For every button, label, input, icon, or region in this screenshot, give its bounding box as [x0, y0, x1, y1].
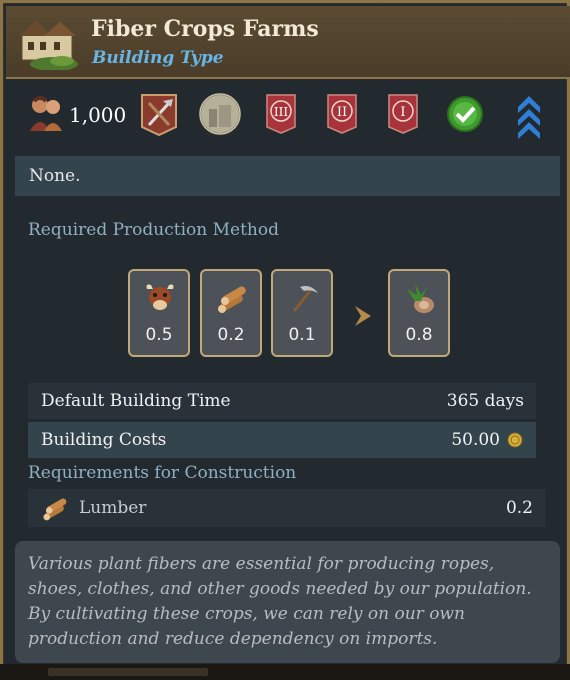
input-card-cattle[interactable]: 0.5 [128, 269, 190, 357]
lumber-icon [218, 286, 246, 313]
requirement-row-lumber: Lumber 0.2 [28, 489, 545, 527]
building-costs-label: Building Costs [41, 430, 167, 450]
modifiers-none-text: None. [15, 156, 560, 196]
obscured-text-block [48, 668, 208, 676]
building-time-value: 365 days [446, 391, 524, 411]
production-method-label: Required Production Method [28, 220, 279, 240]
input-value-lumber: 0.2 [217, 325, 245, 345]
output-card-fiber[interactable]: 0.8 [388, 269, 450, 357]
input-card-tools[interactable]: 0.1 [271, 269, 333, 357]
upgrade-chevrons-icon [518, 96, 540, 139]
fiber-crop-icon [407, 283, 434, 313]
lumber-icon [43, 498, 67, 521]
tooltip-header: Fiber Crops Farms Building Type [6, 6, 570, 79]
production-arrow-icon [355, 306, 371, 326]
output-value-fiber: 0.8 [405, 325, 433, 345]
stone-building-icon [199, 93, 241, 135]
cattle-icon [146, 284, 174, 310]
building-icon [20, 20, 78, 70]
bottom-strip [0, 664, 570, 680]
tier-2-label: II [337, 105, 347, 120]
tier-3-label: III [274, 105, 288, 119]
tier-3-banner-icon: III [266, 94, 296, 134]
requirements-label: Requirements for Construction [28, 463, 297, 483]
tier-1-banner-icon: I [388, 94, 418, 134]
input-value-cattle: 0.5 [145, 325, 173, 345]
coin-icon [507, 432, 523, 448]
input-card-lumber[interactable]: 0.2 [200, 269, 262, 357]
population-value: 1,000 [69, 103, 127, 127]
workers-icon [30, 96, 62, 131]
requirement-value-lumber: 0.2 [505, 498, 533, 518]
stats-icon-row: 1,000 III II I [6, 79, 570, 151]
building-type-link[interactable]: Building Type [92, 48, 224, 68]
tools-icon [141, 94, 177, 137]
building-time-row: Default Building Time 365 days [28, 383, 536, 419]
tier-2-banner-icon: II [327, 94, 357, 134]
building-costs-value: 50.00 [451, 430, 500, 450]
tier-1-label: I [400, 105, 405, 120]
building-title: Fiber Crops Farms [91, 16, 319, 42]
building-tooltip-panel: Fiber Crops Farms Building Type 1,000 II… [0, 0, 570, 680]
requirement-label-lumber: Lumber [79, 498, 147, 518]
pickaxe-icon [292, 285, 318, 312]
building-description: Various plant fibers are essential for p… [15, 541, 560, 663]
input-value-tools: 0.1 [288, 325, 316, 345]
checkmark-icon [447, 96, 483, 132]
building-time-label: Default Building Time [41, 391, 231, 411]
building-costs-row: Building Costs 50.00 [28, 422, 536, 458]
